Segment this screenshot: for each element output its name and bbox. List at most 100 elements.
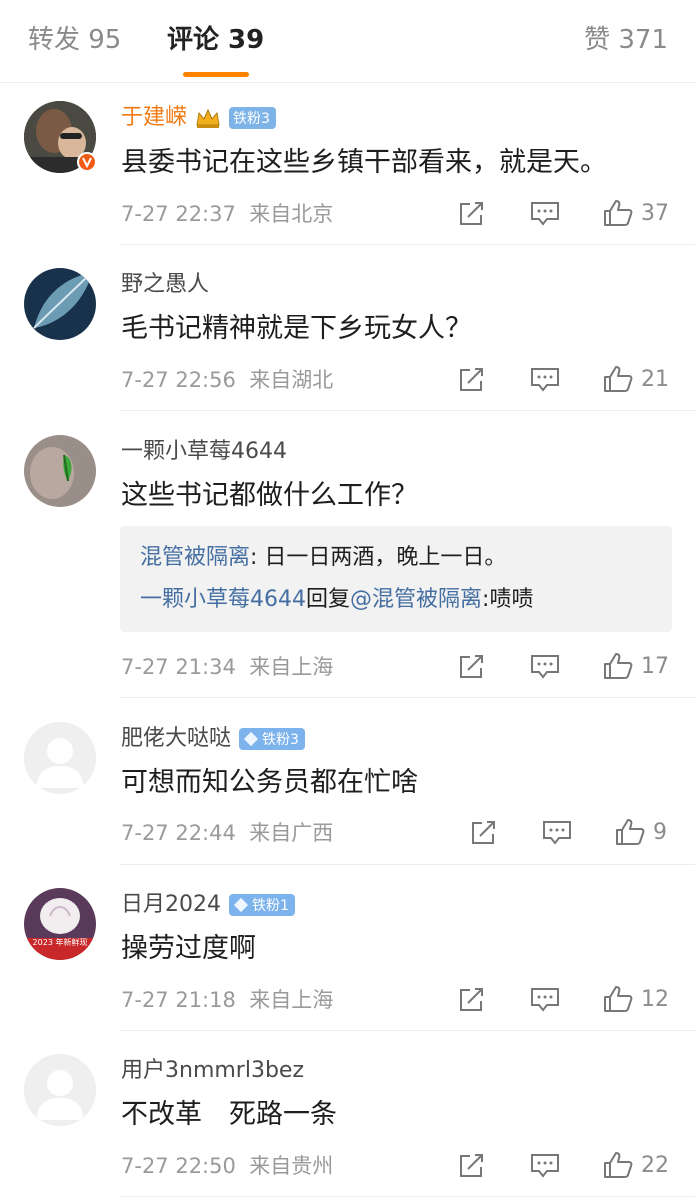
like-button[interactable]: 37 <box>603 198 669 228</box>
comment-text: 操劳过度啊 <box>121 933 256 964</box>
default-avatar-icon <box>24 1054 96 1126</box>
comment-icon <box>531 202 559 226</box>
avatar[interactable] <box>24 722 96 794</box>
fan-badge: 铁粉1 <box>229 894 295 916</box>
divider <box>120 864 695 865</box>
avatar-image <box>24 888 96 960</box>
comment-time: 7-27 21:34 <box>121 655 236 679</box>
comment-time: 7-27 22:56 <box>121 368 236 392</box>
comment-location: 来自北京 <box>249 202 334 226</box>
reply-text: 啧啧 <box>489 587 534 612</box>
thumbs-up-icon <box>604 366 633 392</box>
crown-icon <box>196 108 220 128</box>
thumbs-up-icon <box>604 986 633 1012</box>
comment-author[interactable]: 用户3nmmrl3bez <box>121 1056 304 1086</box>
reply-item: 一颗小草莓4644回复@混管被隔离:啧啧 <box>140 585 533 615</box>
tab-reposts[interactable]: 转发 95 <box>28 22 121 58</box>
reply-author[interactable]: 一颗小草莓4644 <box>140 587 306 612</box>
share-icon <box>460 988 483 1011</box>
reply-thread[interactable]: 混管被隔离: 日一日两酒，晚上一日。 一颗小草莓4644回复@混管被隔离:啧啧 <box>120 526 672 632</box>
comment-author[interactable]: 野之愚人 <box>121 270 209 300</box>
comment-location: 来自湖北 <box>249 368 334 392</box>
share-button[interactable] <box>458 985 486 1015</box>
comment-text: 这些书记都做什么工作？ <box>121 480 418 511</box>
tab-likes[interactable]: 赞 371 <box>584 22 668 58</box>
comment-meta: 7-27 22:44 来自广西 <box>121 818 333 848</box>
comment-time: 7-27 22:37 <box>121 202 236 226</box>
share-icon <box>460 1154 483 1177</box>
comment-location: 来自贵州 <box>249 1154 334 1178</box>
comment-author[interactable]: 于建嵘 <box>121 103 187 133</box>
reply-text: 日一日两酒，晚上一日。 <box>264 545 507 570</box>
comment-header: 野之愚人 <box>121 270 209 300</box>
tab-comments[interactable]: 评论 39 <box>167 22 264 58</box>
reply-button[interactable] <box>530 1151 560 1181</box>
avatar[interactable] <box>24 268 96 340</box>
like-count: 21 <box>641 366 669 392</box>
like-count: 17 <box>641 653 669 679</box>
divider <box>120 697 695 698</box>
comment-header: 用户3nmmrl3bez <box>121 1056 304 1086</box>
divider <box>120 244 695 245</box>
thumbs-up-icon <box>616 819 645 845</box>
fan-badge-label: 铁粉1 <box>252 898 289 914</box>
avatar[interactable] <box>24 1054 96 1126</box>
like-button[interactable]: 12 <box>603 984 669 1014</box>
verified-icon <box>77 152 97 172</box>
reply-item: 混管被隔离: 日一日两酒，晚上一日。 <box>140 543 506 573</box>
thumbs-up-icon <box>604 1152 633 1178</box>
comment-author[interactable]: 肥佬大哒哒 <box>121 724 231 754</box>
like-button[interactable]: 9 <box>615 817 667 847</box>
reply-separator: : <box>250 545 265 570</box>
reply-author[interactable]: 混管被隔离 <box>140 545 250 570</box>
like-button[interactable]: 17 <box>603 651 669 681</box>
comment-meta: 7-27 22:50 来自贵州 <box>121 1151 333 1181</box>
avatar[interactable] <box>24 435 96 507</box>
comment-header: 日月2024 铁粉1 <box>121 890 295 920</box>
share-icon <box>460 368 483 391</box>
thumbs-up-icon <box>604 653 633 679</box>
comment-header: 肥佬大哒哒 铁粉3 <box>121 724 305 754</box>
share-icon <box>472 821 495 844</box>
share-button[interactable] <box>458 652 486 682</box>
reply-button[interactable] <box>530 199 560 229</box>
like-button[interactable]: 21 <box>603 364 669 394</box>
like-count: 37 <box>641 200 669 226</box>
comment-icon <box>531 988 559 1012</box>
avatar-image <box>24 435 96 507</box>
comment-author[interactable]: 一颗小草莓4644 <box>121 437 287 467</box>
active-tab-indicator <box>183 72 249 77</box>
share-button[interactable] <box>458 1151 486 1181</box>
comment-meta: 7-27 22:56 来自湖北 <box>121 365 333 395</box>
like-count: 9 <box>653 819 667 845</box>
avatar[interactable]: 2023 年新鲜现 <box>24 888 96 960</box>
diamond-icon <box>233 897 249 913</box>
comment-meta: 7-27 22:37 来自北京 <box>121 199 333 229</box>
comment-icon <box>543 821 571 845</box>
comment-author[interactable]: 日月2024 <box>121 890 221 920</box>
reply-keyword: 回复 <box>306 587 351 612</box>
like-button[interactable]: 22 <box>603 1150 669 1180</box>
share-button[interactable] <box>458 199 486 229</box>
reply-button[interactable] <box>530 985 560 1015</box>
divider <box>120 1196 695 1197</box>
fan-badge-label: 铁粉3 <box>262 732 299 748</box>
share-button[interactable] <box>458 365 486 395</box>
diamond-icon <box>243 731 259 747</box>
comment-text: 毛书记精神就是下乡玩女人？ <box>121 313 472 344</box>
like-count: 12 <box>641 986 669 1012</box>
comment-icon <box>531 1154 559 1178</box>
reply-button[interactable] <box>530 652 560 682</box>
default-avatar-icon <box>24 722 96 794</box>
comment-location: 来自上海 <box>249 655 334 679</box>
share-button[interactable] <box>470 818 498 848</box>
comment-time: 7-27 21:18 <box>121 988 236 1012</box>
comment-tabs: 转发 95 评论 39 赞 371 <box>0 0 695 83</box>
comment-meta: 7-27 21:34 来自上海 <box>121 652 333 682</box>
reply-mention[interactable]: @混管被隔离 <box>350 587 482 612</box>
avatar-caption: 2023 年新鲜现 <box>32 938 88 947</box>
like-count: 22 <box>641 1152 669 1178</box>
reply-button[interactable] <box>542 818 572 848</box>
fan-badge: 铁粉3 <box>239 728 305 750</box>
reply-button[interactable] <box>530 365 560 395</box>
